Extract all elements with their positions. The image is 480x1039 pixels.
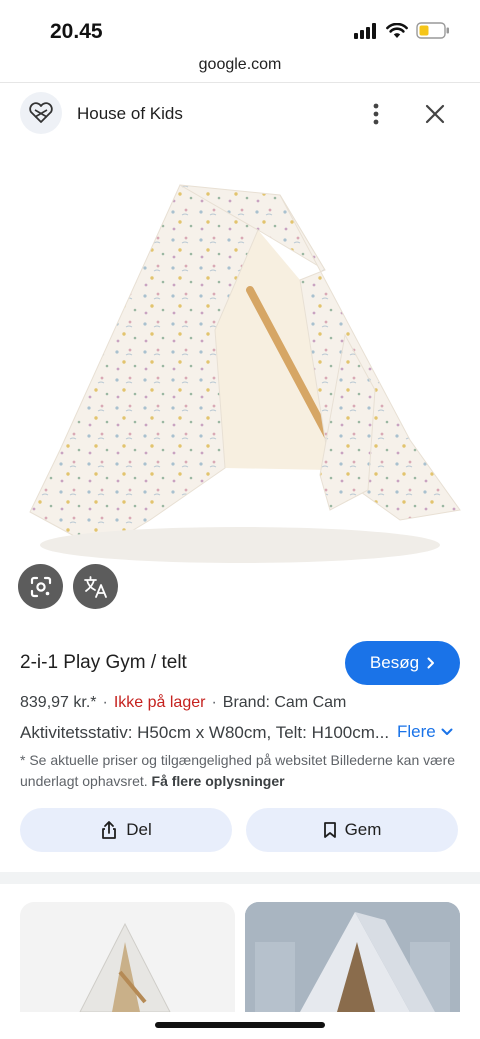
more-label: Flere: [397, 722, 436, 741]
stock-status: Ikke på lager: [113, 694, 206, 711]
more-info-link[interactable]: Få flere oplysninger: [152, 773, 285, 789]
tent-illustration: [29, 184, 461, 563]
meta-separator: ·: [211, 694, 217, 711]
save-button[interactable]: Gem: [246, 808, 458, 852]
chevron-down-icon: [441, 728, 453, 735]
product-title: 2-i-1 Play Gym / telt: [20, 652, 187, 673]
translate-button[interactable]: [73, 564, 118, 609]
related-tent-thumbnail: [79, 922, 171, 1012]
more-button[interactable]: [362, 100, 390, 128]
related-image-1[interactable]: [20, 902, 235, 1012]
related-image-2[interactable]: [245, 902, 460, 1012]
product-image[interactable]: [0, 150, 480, 620]
status-icons: [354, 22, 450, 39]
related-tent-thumbnail: [245, 902, 460, 1012]
translate-icon: [83, 575, 107, 598]
meta-separator: ·: [102, 694, 108, 711]
more-vert-icon: [373, 103, 379, 125]
product-meta: 839,97 kr.* · Ikke på lager · Brand: Cam Cam: [20, 694, 346, 712]
share-label: Del: [126, 820, 152, 839]
section-divider: [0, 872, 480, 884]
visit-label: Besøg: [369, 653, 420, 672]
site-logo[interactable]: [20, 92, 62, 134]
visit-button[interactable]: Besøg: [345, 641, 460, 685]
url-divider: [0, 82, 480, 83]
google-lens-icon: [30, 576, 51, 597]
wifi-icon: [386, 22, 408, 38]
site-name[interactable]: House of Kids: [77, 104, 183, 124]
status-bar: 20.45: [0, 0, 480, 56]
lens-button[interactable]: [18, 564, 63, 609]
site-header: House of Kids: [0, 90, 480, 138]
product-price: 839,97 kr.*: [20, 694, 97, 711]
bookmark-icon: [323, 822, 336, 838]
more-link[interactable]: Flere: [397, 722, 453, 742]
close-button[interactable]: [420, 99, 450, 129]
close-icon: [425, 104, 445, 124]
home-indicator[interactable]: [155, 1022, 325, 1028]
battery-icon: [416, 22, 449, 39]
share-icon: [102, 821, 117, 839]
product-description: Aktivitetsstativ: H50cm x W80cm, Telt: H…: [20, 723, 390, 742]
product-brand: Brand: Cam Cam: [222, 694, 347, 711]
heart-logo-icon: [29, 102, 53, 123]
share-button[interactable]: Del: [20, 808, 232, 852]
disclaimer: * Se aktuelle priser og tilgængelighed p…: [20, 750, 460, 792]
signal-icon: [354, 22, 376, 39]
save-label: Gem: [344, 820, 382, 839]
url-bar[interactable]: google.com: [0, 56, 480, 82]
chevron-right-icon: [427, 657, 435, 669]
status-time: 20.45: [50, 20, 103, 43]
